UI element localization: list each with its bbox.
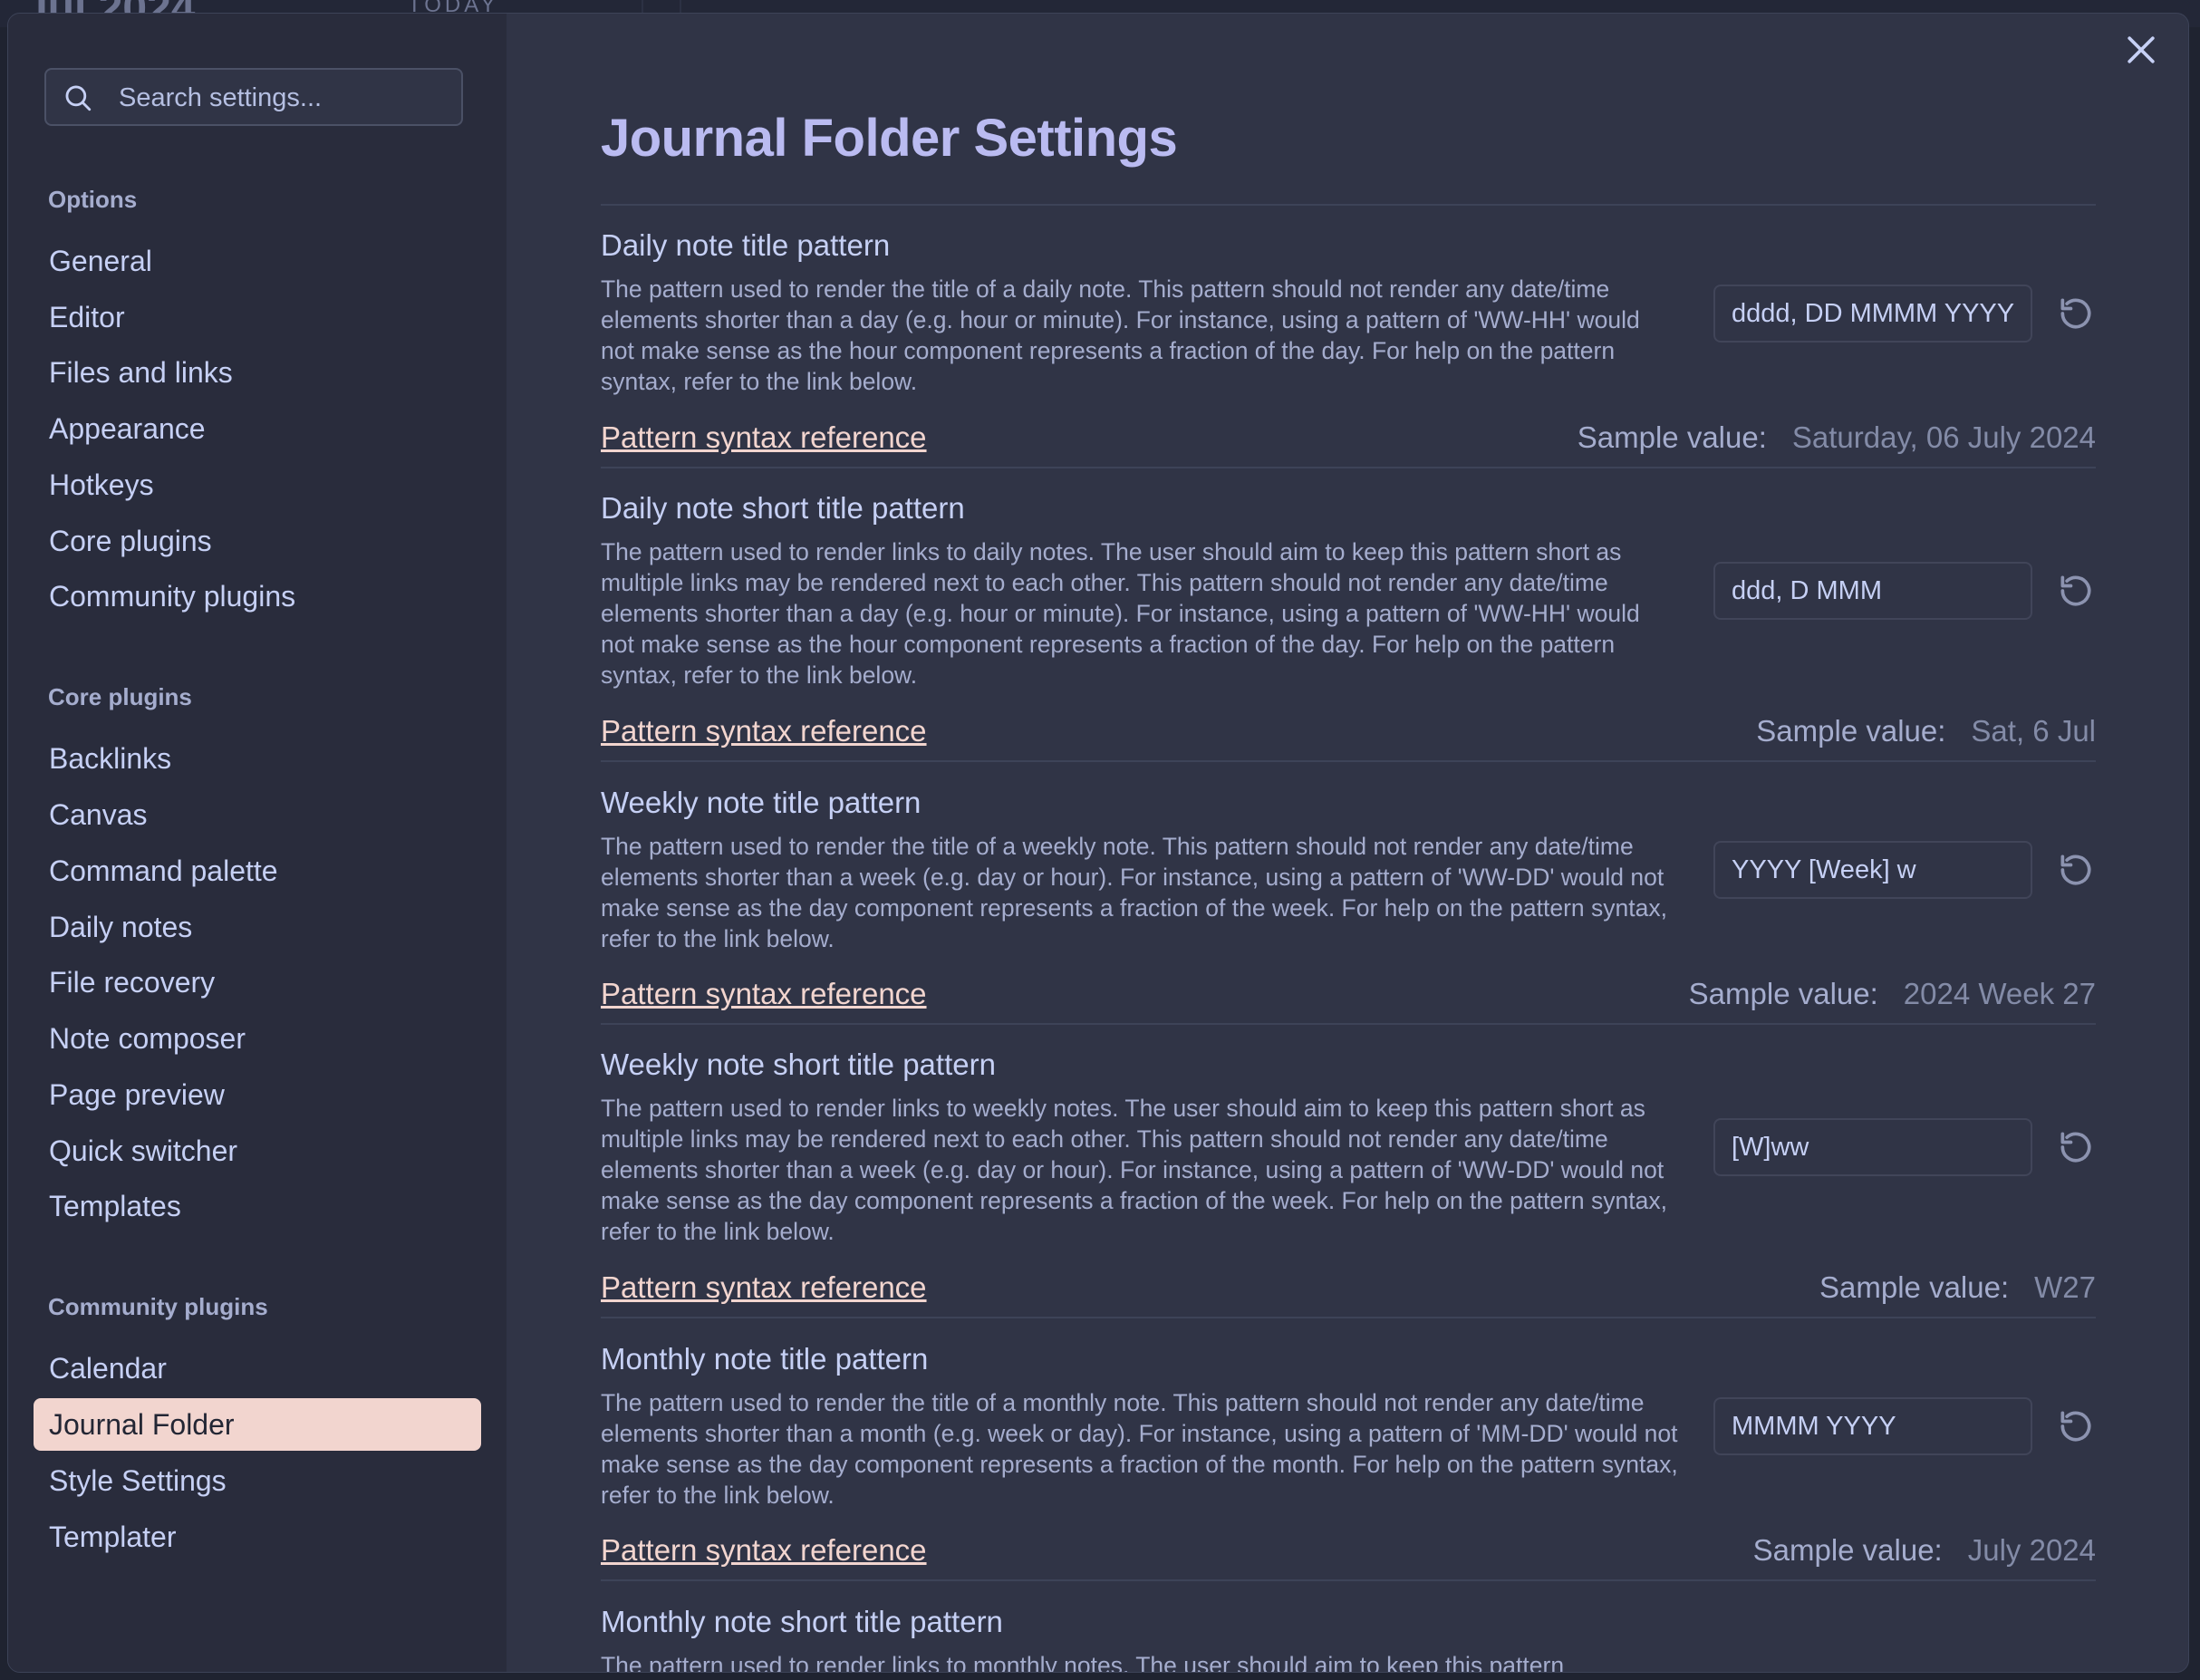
- pattern-syntax-link[interactable]: Pattern syntax reference: [601, 1270, 927, 1305]
- setting-description-daily-title: The pattern used to render the title of …: [601, 275, 1640, 395]
- search-settings-box: [44, 68, 463, 126]
- settings-modal: Options General Editor Files and links A…: [7, 13, 2189, 1673]
- sample-value-text: 2024 Week 27: [1903, 977, 2096, 1010]
- divider: [601, 204, 2096, 206]
- sample-label: Sample value:: [1752, 1533, 1943, 1567]
- divider: [601, 1317, 2096, 1318]
- sidebar-item-note-composer[interactable]: Note composer: [34, 1012, 481, 1065]
- pattern-syntax-link[interactable]: Pattern syntax reference: [601, 420, 927, 455]
- sidebar-item-community-plugins[interactable]: Community plugins: [34, 570, 481, 623]
- section-title-community-plugins: Community plugins: [48, 1293, 268, 1320]
- sample-value: Sample value: Saturday, 06 July 2024: [1578, 420, 2096, 455]
- sidebar-item-calendar[interactable]: Calendar: [34, 1342, 481, 1395]
- sidebar-item-hotkeys[interactable]: Hotkeys: [34, 459, 481, 511]
- setting-name-monthly-title: Monthly note title pattern: [601, 1342, 929, 1376]
- setting-name-daily-short-title: Daily note short title pattern: [601, 491, 965, 525]
- setting-description-daily-short-title: The pattern used to render links to dail…: [601, 538, 1640, 689]
- sidebar-item-canvas[interactable]: Canvas: [34, 788, 481, 841]
- setting-description-monthly-title: The pattern used to render the title of …: [601, 1389, 1678, 1509]
- section-title-core-plugins: Core plugins: [48, 683, 192, 710]
- search-settings-input[interactable]: [117, 79, 456, 117]
- sidebar-item-style-settings[interactable]: Style Settings: [34, 1454, 481, 1507]
- sidebar-item-editor[interactable]: Editor: [34, 291, 481, 343]
- monthly-title-pattern-input[interactable]: [1713, 1397, 2032, 1455]
- sidebar-item-appearance[interactable]: Appearance: [34, 402, 481, 455]
- sample-value-text: Sat, 6 Jul: [1971, 714, 2096, 748]
- sidebar-item-general[interactable]: General: [34, 235, 481, 287]
- pattern-syntax-link[interactable]: Pattern syntax reference: [601, 1533, 927, 1568]
- sidebar-item-quick-switcher[interactable]: Quick switcher: [34, 1125, 481, 1177]
- divider: [601, 1579, 2096, 1581]
- setting-name-weekly-title: Weekly note title pattern: [601, 786, 921, 819]
- sidebar-item-backlinks[interactable]: Backlinks: [34, 732, 481, 785]
- pattern-syntax-link[interactable]: Pattern syntax reference: [601, 714, 927, 748]
- daily-short-title-pattern-input[interactable]: [1713, 562, 2032, 620]
- sidebar-item-core-plugins[interactable]: Core plugins: [34, 515, 481, 567]
- weekly-title-pattern-input[interactable]: [1713, 841, 2032, 899]
- sample-value-text: W27: [2034, 1270, 2096, 1304]
- settings-sidebar: Options General Editor Files and links A…: [8, 14, 507, 1672]
- sidebar-item-command-palette[interactable]: Command palette: [34, 845, 481, 897]
- sidebar-item-page-preview[interactable]: Page preview: [34, 1068, 481, 1121]
- setting-description-weekly-short-title: The pattern used to render links to week…: [601, 1095, 1667, 1245]
- setting-name-monthly-short-title: Monthly note short title pattern: [601, 1605, 1003, 1638]
- pane-divider: [680, 0, 681, 13]
- daily-title-pattern-input[interactable]: [1713, 285, 2032, 343]
- setting-description-monthly-short-title: The pattern used to render links to mont…: [601, 1652, 1565, 1673]
- sample-label: Sample value:: [1756, 714, 1946, 748]
- section-title-options: Options: [48, 186, 138, 213]
- sample-label: Sample value:: [1819, 1270, 2010, 1304]
- sample-value: Sample value: Sat, 6 Jul: [1756, 714, 2096, 748]
- sample-value: Sample value: July 2024: [1753, 1533, 2096, 1568]
- search-icon: [65, 85, 92, 111]
- reset-icon[interactable]: [2056, 1127, 2096, 1167]
- setting-name-weekly-short-title: Weekly note short title pattern: [601, 1048, 996, 1081]
- sidebar-item-daily-notes[interactable]: Daily notes: [34, 901, 481, 953]
- reset-icon[interactable]: [2056, 1406, 2096, 1446]
- sidebar-item-templater[interactable]: Templater: [34, 1511, 481, 1563]
- sidebar-item-files-and-links[interactable]: Files and links: [34, 346, 481, 399]
- sample-value-text: Saturday, 06 July 2024: [1791, 420, 2096, 454]
- pane-divider: [642, 0, 643, 13]
- divider: [601, 760, 2096, 762]
- reset-icon[interactable]: [2056, 294, 2096, 333]
- sidebar-item-journal-folder[interactable]: Journal Folder: [34, 1398, 481, 1451]
- sample-value: Sample value: W27: [1819, 1270, 2096, 1305]
- sample-label: Sample value:: [1688, 977, 1878, 1010]
- setting-description-weekly-title: The pattern used to render the title of …: [601, 833, 1667, 952]
- pattern-syntax-link[interactable]: Pattern syntax reference: [601, 977, 927, 1011]
- reset-icon[interactable]: [2056, 850, 2096, 890]
- sample-label: Sample value:: [1577, 420, 1767, 454]
- divider: [601, 467, 2096, 468]
- setting-name-daily-title: Daily note title pattern: [601, 228, 891, 262]
- page-title: Journal Folder Settings: [601, 109, 1178, 168]
- weekly-short-title-pattern-input[interactable]: [1713, 1118, 2032, 1176]
- settings-content: Journal Folder Settings Daily note title…: [601, 14, 2096, 1672]
- reset-icon[interactable]: [2056, 571, 2096, 611]
- sample-value-text: July 2024: [1967, 1533, 2096, 1567]
- close-icon[interactable]: [2121, 30, 2161, 70]
- divider: [601, 1023, 2096, 1025]
- sample-value: Sample value: 2024 Week 27: [1689, 977, 2096, 1011]
- sidebar-item-templates[interactable]: Templates: [34, 1180, 481, 1232]
- sidebar-item-file-recovery[interactable]: File recovery: [34, 956, 481, 1009]
